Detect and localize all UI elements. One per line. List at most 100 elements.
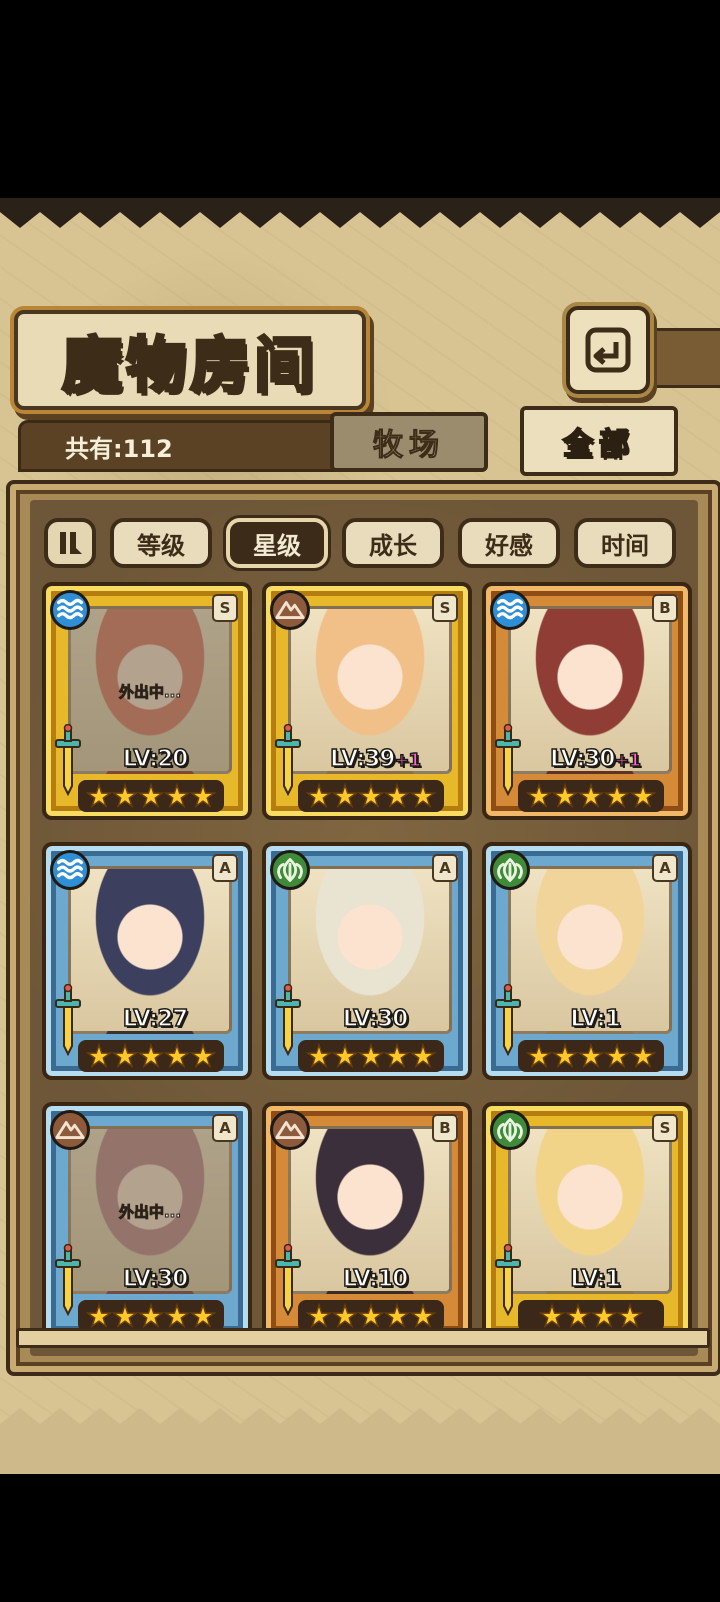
rank-badge: B <box>652 594 678 622</box>
sort-by-star-button[interactable]: 星级 <box>226 518 328 568</box>
earth-element-icon <box>270 1110 310 1150</box>
star-icon: ★ <box>538 1299 566 1333</box>
star-icon: ★ <box>590 1299 618 1333</box>
rank-badge: S <box>652 1114 678 1142</box>
bottom-rail <box>16 1328 710 1348</box>
water-element-icon <box>50 590 90 630</box>
star-icon: ★ <box>551 779 579 813</box>
monster-level: LV:1 <box>510 1265 680 1293</box>
sort-by-level-label: 等级 <box>137 531 185 560</box>
level-bonus: +1 <box>614 749 642 772</box>
star-rating: ★ ★ ★ ★ ★ <box>298 780 444 812</box>
rank-badge: A <box>432 854 458 882</box>
star-icon: ★ <box>525 1039 553 1073</box>
title-plate: 魔物房间 <box>14 310 366 410</box>
sort-by-growth-label: 成长 <box>369 531 417 560</box>
sort-by-time-button[interactable]: 时间 <box>574 518 676 568</box>
tab-ranch[interactable]: 牧场 <box>330 412 488 472</box>
earth-element-icon <box>270 590 310 630</box>
sort-by-affection-button[interactable]: 好感 <box>458 518 560 568</box>
zigzag-bottom-border <box>0 1408 720 1474</box>
star-icon: ★ <box>137 1039 165 1073</box>
zigzag-top-border <box>0 198 720 228</box>
monster-card[interactable]: S LV:39+1 ★ ★ ★ ★ ★ <box>262 582 472 820</box>
monster-card[interactable]: A LV:27 ★ ★ ★ ★ ★ <box>42 842 252 1080</box>
star-icon: ★ <box>564 1299 592 1333</box>
back-button[interactable] <box>566 306 650 394</box>
back-rail <box>650 328 720 388</box>
rank-badge: S <box>432 594 458 622</box>
star-icon: ★ <box>85 1039 113 1073</box>
star-icon: ★ <box>305 1299 333 1333</box>
wood-element-icon <box>490 1110 530 1150</box>
pause-sort-icon <box>60 532 82 554</box>
star-icon: ★ <box>577 1039 605 1073</box>
monster-level: LV:10 <box>290 1265 460 1293</box>
star-icon: ★ <box>163 1039 191 1073</box>
monster-count: 共有:112 <box>65 434 173 463</box>
star-icon: ★ <box>111 1299 139 1333</box>
return-arrow-icon <box>585 327 631 373</box>
star-icon: ★ <box>331 779 359 813</box>
rank-badge: S <box>212 594 238 622</box>
monster-grid-area: 等级 星级 成长 好感 时间 外出中... S LV:20 ★ ★ ★ ★ ★ S LV:39+1… <box>30 500 698 1356</box>
star-icon: ★ <box>331 1299 359 1333</box>
star-icon: ★ <box>163 779 191 813</box>
monster-card[interactable]: 外出中... A LV:30 ★ ★ ★ ★ ★ <box>42 1102 252 1340</box>
wood-element-icon <box>490 850 530 890</box>
monster-card[interactable]: A LV:1 ★ ★ ★ ★ ★ <box>482 842 692 1080</box>
rank-badge: B <box>432 1114 458 1142</box>
star-icon: ★ <box>629 779 657 813</box>
monster-count-bar: 共有:112 <box>18 420 338 472</box>
monster-room-panel: 魔物房间 共有:112 牧场 全部 等级 星级 成长 好感 时间 外出中... … <box>0 198 720 1474</box>
level-value: LV:30 <box>549 745 616 773</box>
star-icon: ★ <box>331 1039 359 1073</box>
star-icon: ★ <box>357 1299 385 1333</box>
away-status: 外出中... <box>118 683 182 702</box>
level-bonus: +1 <box>394 749 422 772</box>
rank-badge: A <box>652 854 678 882</box>
star-icon: ★ <box>163 1299 191 1333</box>
level-value: LV:30 <box>122 1265 189 1293</box>
sort-order-toggle[interactable] <box>44 518 96 568</box>
rank-badge: A <box>212 854 238 882</box>
star-rating: ★ ★ ★ ★ ★ <box>518 1040 664 1072</box>
sort-by-growth-button[interactable]: 成长 <box>342 518 444 568</box>
star-rating: ★ ★ ★ ★ ★ <box>518 780 664 812</box>
star-rating: ★ ★ ★ ★ ★ <box>78 1040 224 1072</box>
star-icon: ★ <box>409 1039 437 1073</box>
tab-all-label: 全部 <box>562 426 635 463</box>
sort-by-affection-label: 好感 <box>485 531 533 560</box>
star-icon: ★ <box>357 779 385 813</box>
level-value: LV:1 <box>570 1265 622 1293</box>
earth-element-icon <box>50 1110 90 1150</box>
sort-bar: 等级 星级 成长 好感 时间 <box>44 518 690 570</box>
sort-by-star-label: 星级 <box>253 531 301 560</box>
level-value: LV:1 <box>570 1005 622 1033</box>
monster-card[interactable]: S LV:1 ★ ★ ★ ★ <box>482 1102 692 1340</box>
star-icon: ★ <box>383 1299 411 1333</box>
monster-level: LV:27 <box>70 1005 240 1033</box>
monster-card[interactable]: B LV:30+1 ★ ★ ★ ★ ★ <box>482 582 692 820</box>
star-icon: ★ <box>616 1299 644 1333</box>
water-element-icon <box>50 850 90 890</box>
monster-card[interactable]: 外出中... S LV:20 ★ ★ ★ ★ ★ <box>42 582 252 820</box>
monster-card[interactable]: B LV:10 ★ ★ ★ ★ ★ <box>262 1102 472 1340</box>
star-icon: ★ <box>383 1039 411 1073</box>
star-icon: ★ <box>409 779 437 813</box>
star-icon: ★ <box>629 1039 657 1073</box>
level-value: LV:27 <box>122 1005 189 1033</box>
rank-badge: A <box>212 1114 238 1142</box>
monster-level: LV:30+1 <box>510 745 680 773</box>
away-status: 外出中... <box>118 1203 182 1222</box>
star-icon: ★ <box>603 779 631 813</box>
star-icon: ★ <box>85 1299 113 1333</box>
tab-all[interactable]: 全部 <box>520 406 678 476</box>
star-icon: ★ <box>189 1039 217 1073</box>
level-value: LV:10 <box>342 1265 409 1293</box>
monster-card[interactable]: A LV:30 ★ ★ ★ ★ ★ <box>262 842 472 1080</box>
level-value: LV:20 <box>122 745 189 773</box>
monster-level: LV:20 <box>70 745 240 773</box>
sort-by-level-button[interactable]: 等级 <box>110 518 212 568</box>
star-icon: ★ <box>525 779 553 813</box>
